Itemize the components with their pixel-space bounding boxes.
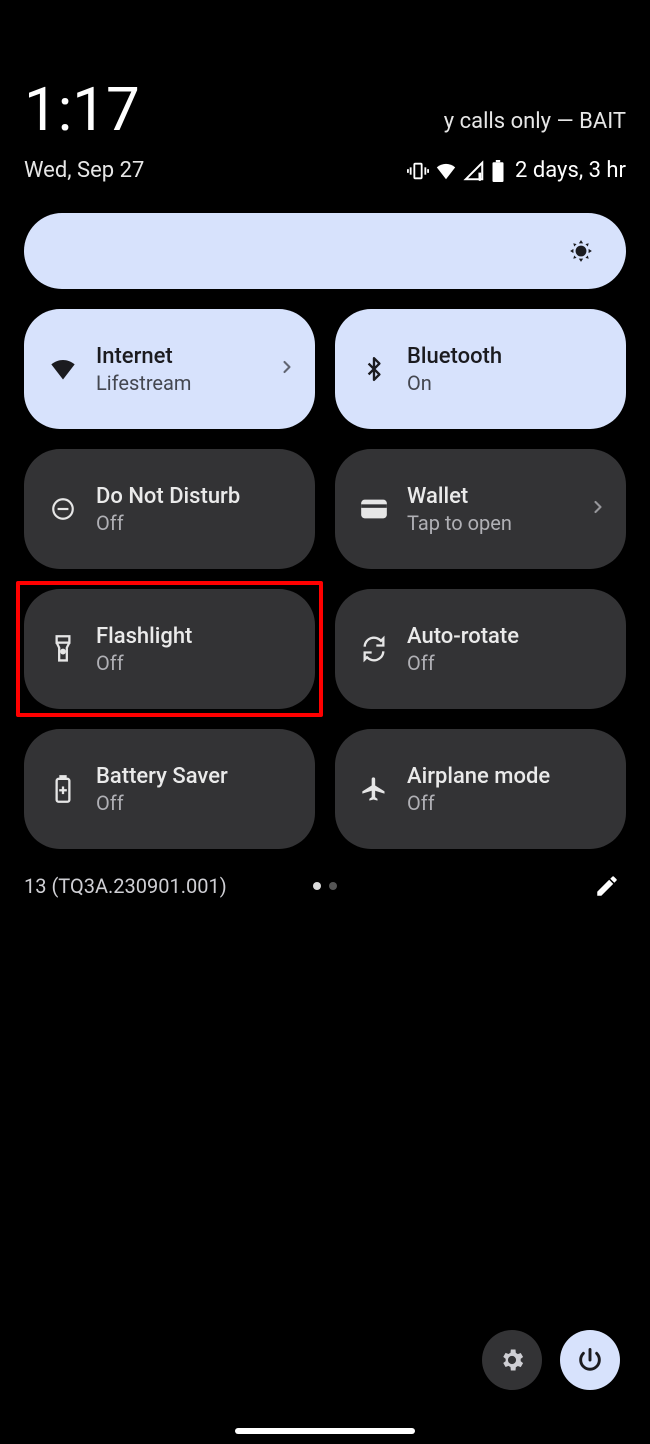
- tile-text: Do Not DisturbOff: [96, 484, 297, 535]
- power-button[interactable]: [560, 1330, 620, 1390]
- tile-title: Wallet: [407, 484, 570, 509]
- tile-text: BluetoothOn: [407, 344, 608, 395]
- settings-button[interactable]: [482, 1330, 542, 1390]
- tile-subtitle: Off: [407, 651, 608, 675]
- battery-icon: [491, 160, 505, 182]
- tile-subtitle: Off: [407, 791, 608, 815]
- battery-estimate: 2 days, 3 hr: [515, 158, 626, 183]
- tile-subtitle: Tap to open: [407, 511, 570, 535]
- bottom-action-buttons: [482, 1330, 620, 1390]
- tile-subtitle: Off: [96, 651, 297, 675]
- chevron-right-icon: [588, 497, 608, 521]
- tile-text: Auto-rotateOff: [407, 624, 608, 675]
- bluetooth-icon: [359, 356, 389, 382]
- wifi-icon: [48, 355, 78, 383]
- wifi-icon: [435, 160, 457, 182]
- navigation-handle[interactable]: [235, 1428, 415, 1434]
- tile-subtitle: Off: [96, 511, 297, 535]
- edit-tiles-button[interactable]: [594, 873, 620, 899]
- tile-text: FlashlightOff: [96, 624, 297, 675]
- tile-title: Flashlight: [96, 624, 297, 649]
- airplane-icon: [359, 775, 389, 803]
- tile-autorotate[interactable]: Auto-rotateOff: [335, 589, 626, 709]
- status-icons: ! 2 days, 3 hr: [407, 158, 626, 183]
- tile-subtitle: Off: [96, 791, 297, 815]
- page-dot: [313, 882, 321, 890]
- svg-text:!: !: [479, 173, 481, 182]
- tile-text: WalletTap to open: [407, 484, 570, 535]
- tile-flashlight[interactable]: FlashlightOff: [24, 589, 315, 709]
- tile-text: Airplane modeOff: [407, 764, 608, 815]
- quick-settings-footer: 13 (TQ3A.230901.001): [0, 849, 650, 899]
- clock: 1:17: [24, 80, 140, 140]
- build-version: 13 (TQ3A.230901.001): [24, 874, 227, 898]
- brightness-icon: [568, 238, 594, 264]
- tile-title: Internet: [96, 344, 259, 369]
- dnd-icon: [48, 496, 78, 522]
- tile-battery_saver[interactable]: Battery SaverOff: [24, 729, 315, 849]
- tile-text: Battery SaverOff: [96, 764, 297, 815]
- date-text: Wed, Sep 27: [24, 158, 144, 183]
- tile-subtitle: On: [407, 371, 608, 395]
- tile-subtitle: Lifestream: [96, 371, 259, 395]
- vibrate-icon: [407, 160, 429, 182]
- tile-title: Bluetooth: [407, 344, 608, 369]
- tile-text: InternetLifestream: [96, 344, 259, 395]
- battery-icon: [48, 775, 78, 803]
- tile-title: Battery Saver: [96, 764, 297, 789]
- quick-settings-tiles: InternetLifestream BluetoothOn Do Not Dist…: [0, 289, 650, 849]
- chevron-right-icon: [277, 357, 297, 381]
- carrier-text: y calls only — BAIT: [444, 109, 626, 134]
- wallet-icon: [359, 498, 389, 520]
- tile-wallet[interactable]: WalletTap to open: [335, 449, 626, 569]
- tile-airplane[interactable]: Airplane modeOff: [335, 729, 626, 849]
- tile-dnd[interactable]: Do Not DisturbOff: [24, 449, 315, 569]
- brightness-slider[interactable]: [24, 213, 626, 289]
- quick-settings-header: 1:17 y calls only — BAIT Wed, Sep 27 ! 2…: [0, 0, 650, 183]
- tile-title: Airplane mode: [407, 764, 608, 789]
- page-indicator: [313, 882, 337, 890]
- page-dot: [329, 882, 337, 890]
- signal-icon: !: [463, 160, 485, 182]
- tile-internet[interactable]: InternetLifestream: [24, 309, 315, 429]
- flashlight-icon: [48, 635, 78, 663]
- tile-bluetooth[interactable]: BluetoothOn: [335, 309, 626, 429]
- rotate-icon: [359, 635, 389, 663]
- tile-title: Do Not Disturb: [96, 484, 297, 509]
- tile-title: Auto-rotate: [407, 624, 608, 649]
